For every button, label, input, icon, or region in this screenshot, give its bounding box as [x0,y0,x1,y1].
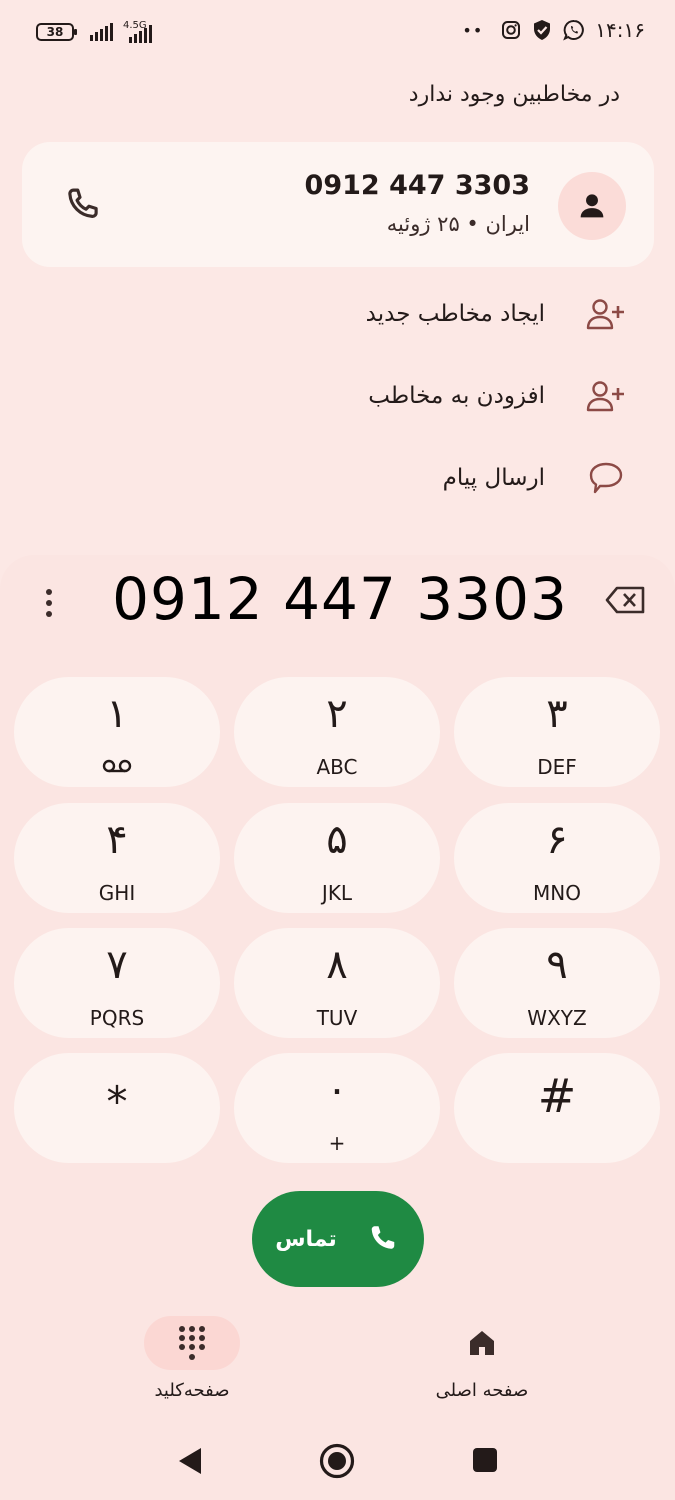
signal-icon [90,23,113,41]
more-vert-icon [46,589,52,617]
back-icon[interactable] [176,1446,204,1476]
status-left: 38 4.5G [36,21,163,43]
key-digit: ۵ [326,817,348,863]
voicemail-icon [102,759,132,773]
dialer-screen: 38 4.5G •• ۱۴:۱۶ در مخاطبین وجود ندارد 0… [0,0,675,1500]
dialed-number[interactable]: 0912 447 3303 [80,565,600,633]
key-star[interactable]: * [14,1053,220,1163]
key-letters: + [328,1131,346,1155]
key-digit: ۰ [326,1067,348,1113]
create-contact-label: ایجاد مخاطب جدید [365,301,545,327]
dialpad-icon [179,1326,205,1360]
send-message-label: ارسال پیام [442,465,545,491]
card-call-info: ایران • ۲۵ ژوئیه [386,212,530,236]
key-digit: ۸ [326,942,348,988]
status-bar: 38 4.5G •• ۱۴:۱۶ [0,0,675,64]
recents-square-icon[interactable] [472,1447,498,1473]
key-letters: PQRS [89,1006,145,1030]
add-to-contact-action[interactable]: افزودن به مخاطب [27,368,627,424]
battery-indicator: 38 [36,23,77,41]
status-time: ۱۴:۱۶ [595,18,645,42]
notification-dots: •• [462,20,484,40]
shield-check-icon [534,20,551,40]
key-7[interactable]: ۷ PQRS [14,928,220,1038]
key-letters: TUV [316,1006,358,1030]
key-hash[interactable]: # [454,1053,660,1163]
phone-icon [68,188,98,218]
add-to-contact-label: افزودن به مخاطب [368,383,545,409]
key-digit: * [106,1077,128,1126]
signal-4g-icon: 4.5G [121,21,163,43]
more-options-button[interactable] [34,583,64,623]
call-button[interactable]: تماس [252,1191,424,1287]
key-digit: ۹ [546,942,568,988]
status-right: •• ۱۴:۱۶ [462,18,645,42]
nav-home-label: صفحه اصلی [435,1380,529,1401]
call-label: تماس [275,1226,337,1252]
key-5[interactable]: ۵ JKL [234,803,440,913]
key-1[interactable]: ۱ [14,677,220,787]
key-2[interactable]: ۲ ABC [234,677,440,787]
key-letters: ABC [316,755,358,779]
backspace-button[interactable] [605,583,647,623]
nav-keypad-pill [144,1316,240,1370]
key-3[interactable]: ۳ DEF [454,677,660,787]
backspace-icon [605,586,645,614]
number-card[interactable]: 0912 447 3303 ایران • ۲۵ ژوئیه [22,142,654,267]
key-digit: ۶ [546,817,568,863]
phone-icon [371,1226,395,1249]
not-in-contacts-label: در مخاطبین وجود ندارد [408,82,620,107]
home-circle-icon[interactable] [318,1442,356,1480]
instagram-icon [502,21,521,39]
key-letters: MNO [533,881,581,905]
key-letters: JKL [321,881,353,905]
nav-keypad[interactable]: صفحه‌کلید [117,1316,267,1401]
key-digit: ۴ [106,817,128,863]
message-icon [585,457,627,499]
person-icon [580,194,604,218]
key-4[interactable]: ۴ GHI [14,803,220,913]
key-digit: ۳ [546,691,568,737]
whatsapp-icon [563,19,585,41]
send-message-action[interactable]: ارسال پیام [27,450,627,506]
key-0[interactable]: ۰ + [234,1053,440,1163]
nav-home-pill [434,1316,530,1370]
avatar [558,172,626,240]
create-contact-action[interactable]: ایجاد مخاطب جدید [27,286,627,342]
card-phone-number: 0912 447 3303 [304,170,530,201]
key-digit: ۲ [326,691,348,737]
nav-home[interactable]: صفحه اصلی [407,1316,557,1401]
card-call-button[interactable] [62,184,104,226]
key-digit: # [537,1069,577,1123]
nav-keypad-label: صفحه‌کلید [154,1380,230,1401]
key-6[interactable]: ۶ MNO [454,803,660,913]
key-letters: GHI [98,881,136,905]
person-add-icon [585,293,627,335]
home-icon [470,1331,494,1355]
key-8[interactable]: ۸ TUV [234,928,440,1038]
system-navigation-bar [0,1435,675,1485]
key-letters: WXYZ [527,1006,587,1030]
key-digit: ۷ [106,942,128,988]
dialpad-sheet: 0912 447 3303 ۱ ۲ ABC ۳ DEF ۴ GHI ۵ JKL … [0,555,675,1500]
key-9[interactable]: ۹ WXYZ [454,928,660,1038]
key-digit: ۱ [106,691,128,737]
person-add-icon [585,375,627,417]
key-letters: DEF [537,755,577,779]
